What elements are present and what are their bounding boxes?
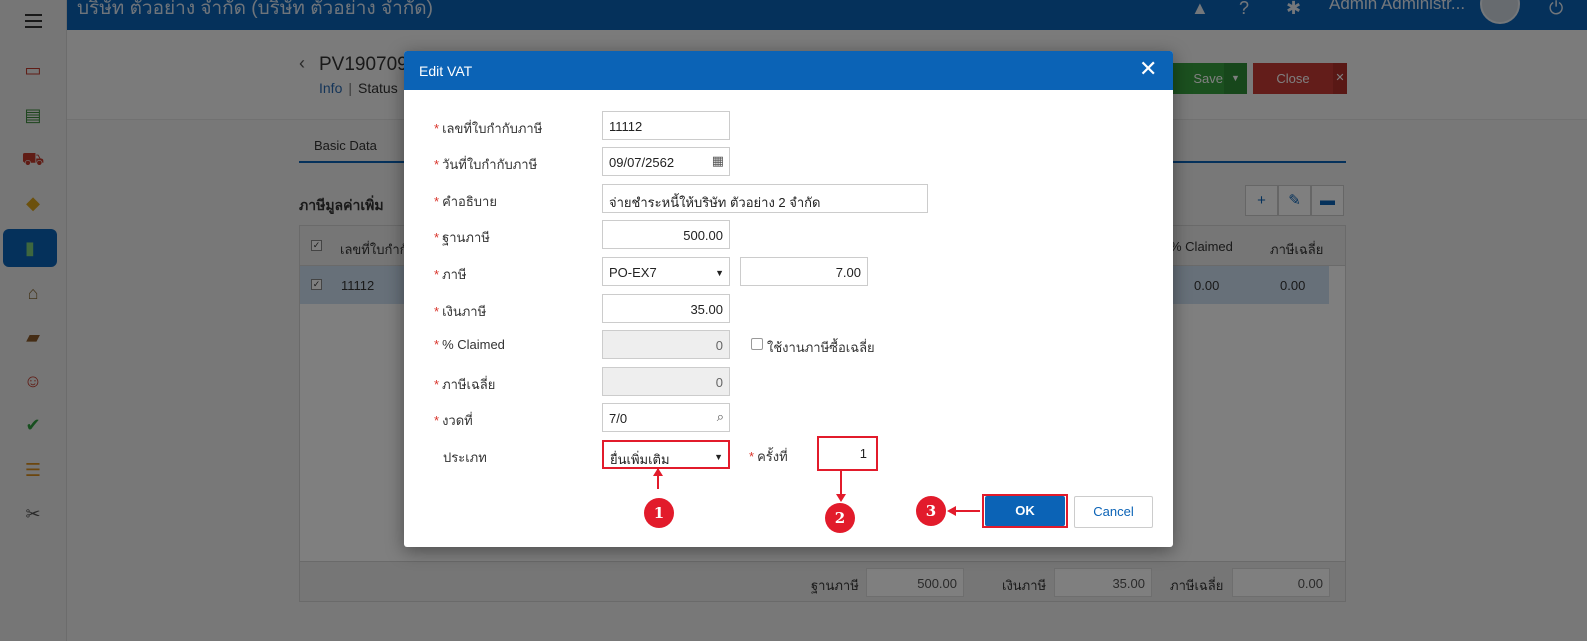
period-value: 7/0 bbox=[609, 411, 628, 426]
avg-tax-field: 0 bbox=[602, 367, 730, 396]
type-select[interactable]: ยื่นเพิ่มเติม ▼ bbox=[602, 440, 730, 469]
tax-label: * ภาษี bbox=[434, 267, 467, 282]
description-field[interactable]: จ่ายชำระหนี้ให้บริษัท ตัวอย่าง 2 จำกัด bbox=[602, 184, 928, 213]
annotation-2-line bbox=[840, 471, 842, 495]
times-field[interactable]: 1 bbox=[822, 441, 873, 466]
dialog-header: Edit VAT ✕ bbox=[404, 51, 1173, 90]
chevron-down-icon: ▼ bbox=[715, 268, 724, 278]
close-icon[interactable]: ✕ bbox=[1139, 58, 1157, 80]
avg-tax-label: * ภาษีเฉลี่ย bbox=[434, 377, 496, 392]
annotation-2-arrow bbox=[836, 494, 846, 502]
annotation-1-arrow bbox=[653, 468, 663, 476]
tax-amount-label: * เงินภาษี bbox=[434, 304, 487, 319]
type-label: ประเภท bbox=[443, 450, 487, 465]
invoice-date-field[interactable]: 09/07/2562 ▦ bbox=[602, 147, 730, 176]
annotation-badge-3: 3 bbox=[916, 496, 946, 526]
description-label: * คำอธิบาย bbox=[434, 194, 497, 209]
tax-amount-field[interactable]: 35.00 bbox=[602, 294, 730, 323]
tax-base-label: * ฐานภาษี bbox=[434, 230, 490, 245]
claimed-label: *% Claimed bbox=[434, 337, 505, 352]
annotation-badge-1: 1 bbox=[644, 498, 674, 528]
annotation-badge-2: 2 bbox=[825, 503, 855, 533]
period-label: * งวดที่ bbox=[434, 413, 473, 428]
tax-rate-field[interactable]: 7.00 bbox=[740, 257, 868, 286]
dialog-title: Edit VAT bbox=[419, 63, 473, 79]
avg-purchase-tax-checkbox[interactable] bbox=[751, 338, 763, 350]
avg-purchase-tax-label: ใช้งานภาษีซื้อเฉลี่ย bbox=[767, 340, 875, 355]
calendar-icon[interactable]: ▦ bbox=[712, 153, 724, 169]
tax-code-value: PO-EX7 bbox=[609, 265, 657, 280]
invoice-no-field[interactable]: 11112 bbox=[602, 111, 730, 140]
edit-vat-dialog: Edit VAT ✕ * เลขที่ใบกำกับภาษี 11112 * วัน… bbox=[404, 51, 1173, 547]
tax-code-select[interactable]: PO-EX7 ▼ bbox=[602, 257, 730, 286]
claimed-field: 0 bbox=[602, 330, 730, 359]
tax-base-field[interactable]: 500.00 bbox=[602, 220, 730, 249]
ok-button[interactable]: OK bbox=[985, 496, 1065, 526]
times-label: * ครั้งที่ bbox=[749, 449, 788, 464]
chevron-down-icon: ▼ bbox=[714, 452, 723, 462]
search-icon[interactable]: ⌕ bbox=[717, 409, 724, 425]
cancel-button[interactable]: Cancel bbox=[1074, 496, 1153, 528]
annotation-3-line bbox=[955, 510, 980, 512]
invoice-no-label: * เลขที่ใบกำกับภาษี bbox=[434, 121, 543, 136]
invoice-date-value: 09/07/2562 bbox=[609, 155, 675, 170]
type-value: ยื่นเพิ่มเติม bbox=[610, 452, 670, 467]
period-field[interactable]: 7/0 ⌕ bbox=[602, 403, 730, 432]
invoice-date-label: * วันที่ใบกำกับภาษี bbox=[434, 157, 538, 172]
